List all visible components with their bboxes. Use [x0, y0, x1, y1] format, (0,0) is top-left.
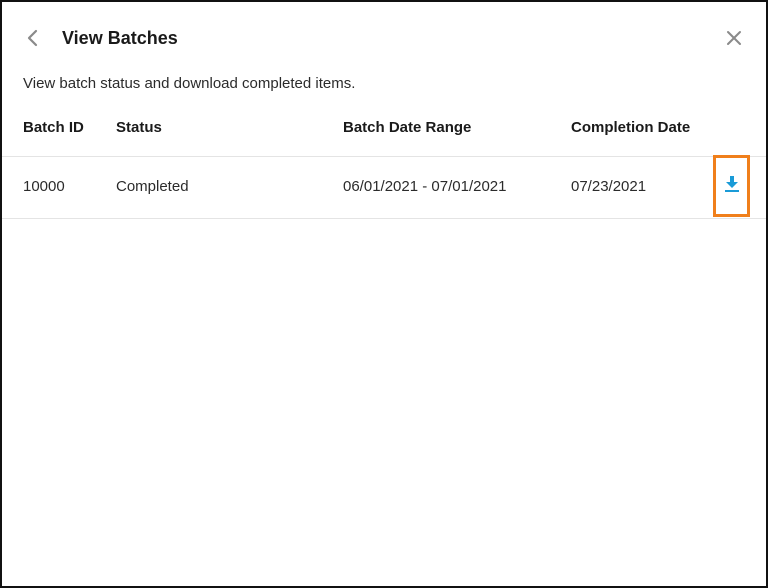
column-header-batch-id: Batch ID [23, 119, 84, 136]
table-header: Batch ID Status Batch Date Range Complet… [2, 108, 766, 157]
column-header-status: Status [116, 119, 162, 136]
cell-batch-date-range: 06/01/2021 - 07/01/2021 [343, 178, 507, 195]
back-button[interactable] [20, 24, 48, 52]
cell-completion-date: 07/23/2021 [571, 178, 647, 195]
table-row: 10000 Completed 06/01/2021 - 07/01/2021 … [2, 155, 766, 219]
page-title: View Batches [62, 28, 178, 48]
dialog-description: View batch status and download completed… [23, 75, 356, 92]
chevron-left-icon [20, 29, 48, 56]
cell-status: Completed [116, 178, 189, 195]
column-header-batch-date-range: Batch Date Range [343, 119, 472, 136]
cell-batch-id: 10000 [23, 178, 65, 195]
view-batches-dialog: View Batches View batch status and downl… [0, 0, 768, 588]
column-header-completion-date: Completion Date [571, 119, 691, 136]
batches-table: Batch ID Status Batch Date Range Complet… [2, 108, 766, 219]
download-button[interactable] [713, 155, 750, 217]
close-button[interactable] [720, 24, 748, 52]
close-icon [720, 31, 748, 56]
download-icon [723, 174, 741, 199]
dialog-header: View Batches [2, 2, 766, 74]
